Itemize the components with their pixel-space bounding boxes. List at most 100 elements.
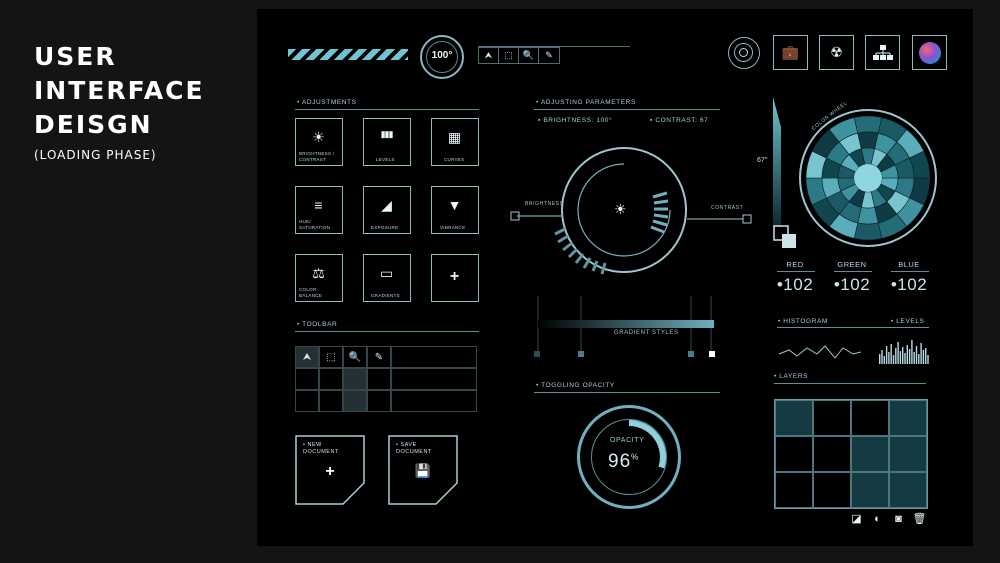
hue-saturation-icon: ≡ <box>314 197 323 213</box>
heading-line-3: DEISGN <box>34 110 153 139</box>
color-orb-button[interactable] <box>912 35 947 70</box>
angle-gauge[interactable]: 100° <box>420 35 464 79</box>
brightness-dial-icon: ☀ <box>614 201 627 217</box>
zoom-tool-icon[interactable]: 🔍 <box>343 346 367 368</box>
color-balance-button[interactable]: ⚖ COLOR BALANCE <box>295 254 343 302</box>
curves-button[interactable]: ▦ CURVES <box>431 118 479 166</box>
layer-cell[interactable] <box>889 436 927 472</box>
opacity-header: • TOGGLING OPACITY <box>536 382 615 389</box>
layer-cell[interactable] <box>889 472 927 508</box>
layer-cell[interactable] <box>813 472 851 508</box>
briefcase-icon: 💼 <box>781 44 800 60</box>
levels-bar <box>899 351 902 364</box>
brightness-contrast-button[interactable]: ☀ BRIGHTNESS / CONTRAST <box>295 118 343 166</box>
add-adjustment-button[interactable]: + <box>431 254 479 302</box>
hue-saturation-label: HUE/ SATURATION <box>299 219 331 230</box>
toolbar-cell[interactable] <box>343 390 367 412</box>
red-value[interactable]: •102 <box>769 275 821 295</box>
levels-bar <box>922 350 925 364</box>
loading-stripes <box>288 49 408 60</box>
layer-cell[interactable] <box>775 400 813 436</box>
toolbar-cell[interactable] <box>391 346 477 368</box>
briefcase-button[interactable]: 💼 <box>773 35 808 70</box>
gradients-button[interactable]: ▭ GRADIENTS <box>363 254 411 302</box>
toolbar-cell[interactable] <box>319 390 343 412</box>
levels-icon: ▮▮▮ <box>380 129 394 139</box>
pen-tool-icon[interactable]: ✎ <box>539 48 559 63</box>
exposure-button[interactable]: ◢ EXPOSURE <box>363 186 411 234</box>
layer-cell[interactable] <box>775 436 813 472</box>
toolbar-cell[interactable] <box>295 390 319 412</box>
select-tool-icon[interactable]: ⬚ <box>319 346 343 368</box>
hue-angle: 67° <box>757 157 768 164</box>
trash-icon[interactable]: 🗑 <box>913 512 927 525</box>
levels-bar <box>904 353 906 364</box>
gradients-icon: ▭ <box>379 265 394 281</box>
new-document-label: • NEW DOCUMENT <box>303 442 339 455</box>
layer-cell[interactable] <box>851 472 889 508</box>
levels-label: LEVELS <box>376 156 395 162</box>
new-layer-icon[interactable]: ◪ <box>850 512 863 525</box>
hud-screen: 100° ⮝ ⬚ 🔍 ✎ 💼 ☢ • ADJUSTMENTS ☀ BRIGHTN… <box>257 9 973 546</box>
toolbar-cell[interactable] <box>295 368 319 390</box>
zoom-tool-icon[interactable]: 🔍 <box>519 48 539 63</box>
heading-line-1: USER <box>34 42 117 71</box>
toolbar-header: • TOOLBAR <box>297 321 338 328</box>
green-value[interactable]: •102 <box>826 275 878 295</box>
red-label: RED <box>786 260 804 269</box>
hierarchy-icon <box>872 44 893 60</box>
radiation-button[interactable]: ☢ <box>819 35 854 70</box>
gradient-slider[interactable] <box>529 294 725 364</box>
hierarchy-button[interactable] <box>865 35 900 70</box>
pen-tool-icon[interactable]: ✎ <box>367 346 391 368</box>
histogram-graph <box>778 340 929 364</box>
green-label: GREEN <box>837 260 867 269</box>
levels-bar <box>892 355 895 364</box>
blue-label: BLUE <box>898 260 920 269</box>
gradient-styles-label: GRADIENT STYLES <box>614 330 679 336</box>
toolbar-cell[interactable] <box>367 368 391 390</box>
levels-bar <box>881 350 883 364</box>
vibrance-button[interactable]: ▼ VIBRANCE <box>431 186 479 234</box>
levels-bar <box>897 342 899 364</box>
levels-header: • LEVELS <box>891 318 925 325</box>
color-wheel-segment[interactable] <box>853 115 883 134</box>
pointer-tool-icon[interactable]: ⮝ <box>479 48 499 63</box>
blue-value[interactable]: •102 <box>883 275 935 295</box>
pointer-tool-icon[interactable]: ⮝ <box>295 346 319 368</box>
curves-label: CURVES <box>444 156 465 162</box>
levels-bar <box>918 354 920 364</box>
layer-cell[interactable] <box>775 472 813 508</box>
layer-cell[interactable] <box>851 436 889 472</box>
layer-cell[interactable] <box>889 400 927 436</box>
layer-cell[interactable] <box>813 436 851 472</box>
dial-brightness-label: BRIGHTNESS <box>525 201 564 207</box>
mask-icon[interactable]: ◐ <box>871 512 884 525</box>
toolbar-cell[interactable] <box>319 368 343 390</box>
page-heading: USER INTERFACE DEISGN (LOADING PHASE) <box>34 40 234 162</box>
toolbar-cell[interactable] <box>367 390 391 412</box>
toolbar-cell[interactable] <box>391 368 477 390</box>
color-wheel-center[interactable] <box>854 164 882 192</box>
levels-bar <box>915 346 918 364</box>
color-orb-icon <box>918 41 941 64</box>
target-icon[interactable] <box>728 37 760 69</box>
layer-cell[interactable] <box>813 400 851 436</box>
dial-contrast-label: CONTRAST <box>711 205 744 211</box>
red-rule <box>777 271 815 272</box>
save-document-button[interactable]: • SAVE DOCUMENT 💾 <box>388 435 458 505</box>
select-tool-icon[interactable]: ⬚ <box>499 48 519 63</box>
adjustment-layer-icon[interactable]: ◙ <box>892 512 905 525</box>
toolbar-cell[interactable] <box>343 368 367 390</box>
levels-bar <box>902 347 904 364</box>
heading-subtitle: (LOADING PHASE) <box>34 148 157 162</box>
color-wheel-segment[interactable] <box>853 222 883 241</box>
levels-button[interactable]: ▮▮▮ LEVELS <box>363 118 411 166</box>
levels-bar <box>879 354 881 364</box>
toolbar-cell[interactable] <box>391 390 477 412</box>
histogram-header: • HISTOGRAM <box>778 318 828 325</box>
levels-bar <box>911 340 913 364</box>
hue-saturation-button[interactable]: ≡ HUE/ SATURATION <box>295 186 343 234</box>
new-document-button[interactable]: • NEW DOCUMENT + <box>295 435 365 505</box>
layer-cell[interactable] <box>851 400 889 436</box>
